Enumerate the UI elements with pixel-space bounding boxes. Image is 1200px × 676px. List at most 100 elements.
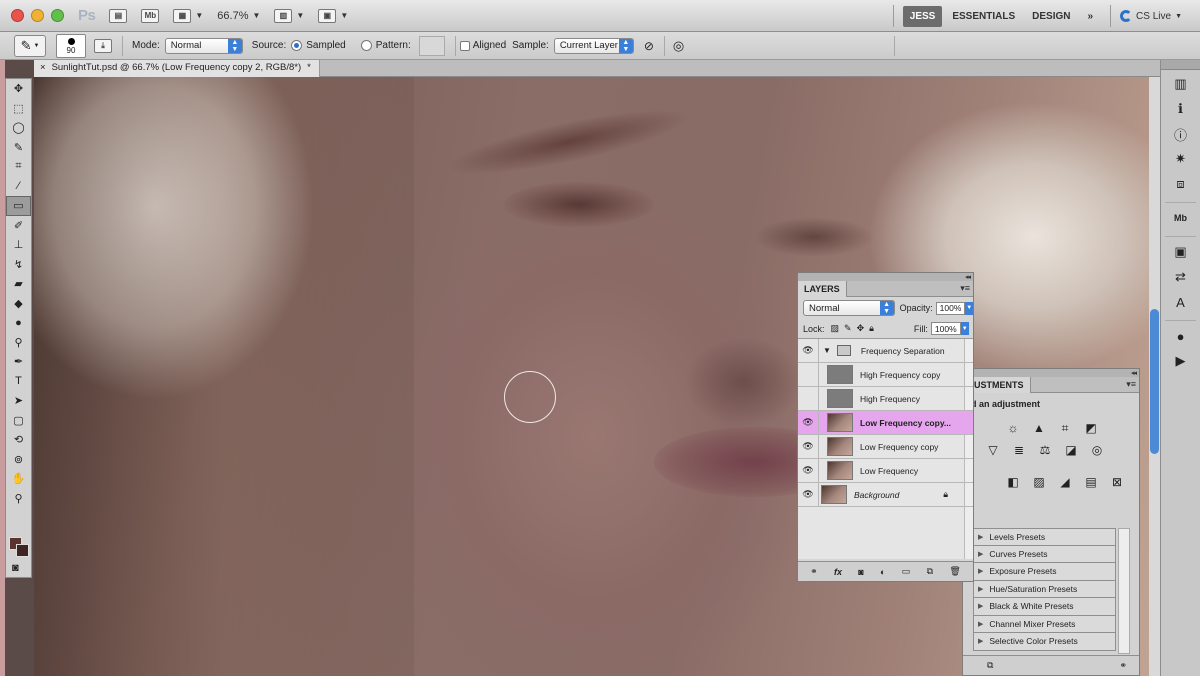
close-tab-icon[interactable]: × [40, 62, 46, 77]
tablet-pressure-icon[interactable]: ◎ [673, 38, 684, 54]
background-color-swatch[interactable] [16, 544, 29, 557]
preset-item[interactable]: ▶ Hue/Saturation Presets [973, 580, 1116, 598]
color-icon[interactable]: ✷ [1168, 148, 1194, 170]
brightness-contrast-icon[interactable]: ☼ [1003, 419, 1023, 437]
hue-saturation-icon[interactable]: ≣ [1009, 441, 1029, 459]
blur-tool[interactable]: ● [6, 313, 31, 333]
collapse-icon[interactable]: ◂◂ [1131, 369, 1137, 377]
more-workspaces-button[interactable]: » [1087, 11, 1093, 22]
eye-icon[interactable]: 👁︎ [798, 482, 819, 507]
exposure-icon[interactable]: ◩ [1081, 419, 1101, 437]
zoom-window-button[interactable] [51, 9, 64, 22]
panel-menu-icon[interactable]: ▾≡ [1126, 379, 1136, 390]
move-tool[interactable]: ✥ [6, 79, 31, 99]
launch-bridge-button[interactable]: ▤ [109, 8, 128, 23]
lock-all-icon[interactable]: 🔒︎ [869, 323, 874, 334]
pattern-picker[interactable] [418, 35, 445, 56]
clone-source-panel-button[interactable]: ⤓ [94, 38, 112, 53]
panel-grip[interactable]: ◂◂ [798, 273, 973, 281]
selective-color-icon[interactable]: ⊠ [1107, 473, 1127, 491]
quick-mask-icon[interactable]: ◙ [12, 562, 19, 574]
paint-bucket-tool[interactable]: ◆ [6, 294, 31, 314]
tool-preset-picker[interactable]: ✎ ▼ [14, 34, 46, 57]
layer-row[interactable]: 👁︎ Low Frequency copy... [798, 410, 973, 435]
history-brush-tool[interactable]: ↯ [6, 255, 31, 275]
preset-item[interactable]: ▶ Channel Mixer Presets [973, 615, 1116, 633]
layer-row[interactable]: High Frequency [798, 386, 973, 411]
aligned-checkbox[interactable] [459, 40, 470, 51]
brush-preset-picker[interactable]: 90 [56, 33, 86, 58]
blend-mode-select[interactable]: Normal ▲ ▼ [803, 300, 895, 316]
cs-live-button[interactable]: CS Live ▼ [1120, 10, 1182, 22]
posterize-icon[interactable]: ▨ [1029, 473, 1049, 491]
quick-select-tool[interactable]: ✎ [6, 138, 31, 158]
color-balance-icon[interactable]: ⚖ [1035, 441, 1055, 459]
photo-filter-icon[interactable]: ◎ [1087, 441, 1107, 459]
eye-icon[interactable]: 👁︎ [798, 458, 819, 483]
healing-brush-tool[interactable]: ▭ [6, 196, 31, 216]
eraser-tool[interactable]: ▰ [6, 274, 31, 294]
navigator-icon[interactable]: ⓘ [1168, 123, 1194, 145]
mode-select[interactable]: Normal ▲ ▼ [164, 37, 243, 54]
eyedropper-tool[interactable]: ⁄ [6, 177, 31, 197]
lock-transparency-icon[interactable]: ▨ [831, 323, 840, 334]
expand-triangle-icon[interactable]: ▼ [823, 346, 831, 355]
actions-icon[interactable]: ▶ [1168, 350, 1194, 372]
dodge-tool[interactable]: ⚲ [6, 333, 31, 353]
clone-source-icon[interactable]: ⇄ [1168, 266, 1194, 288]
lock-position-icon[interactable]: ✥ [857, 323, 865, 334]
preset-item[interactable]: ▶ Black & White Presets [973, 598, 1116, 616]
panel-grip[interactable]: ◂◂ [963, 369, 1139, 377]
preset-item[interactable]: ▶ Levels Presets [973, 528, 1116, 546]
fill-input[interactable]: 100% [930, 322, 961, 335]
threshold-icon[interactable]: ◢ [1055, 473, 1075, 491]
layer-row[interactable]: 👁︎ Background 🔒︎ [798, 482, 973, 507]
path-select-tool[interactable]: ➤ [6, 391, 31, 411]
source-sampled-radio[interactable] [291, 40, 303, 51]
dock-grip[interactable] [1161, 60, 1200, 70]
link-layers-icon[interactable]: ⚭ [810, 566, 818, 577]
layer-row[interactable]: 👁︎ Low Frequency [798, 458, 973, 483]
marquee-tool[interactable]: ⬚ [6, 99, 31, 119]
character-icon[interactable]: A [1168, 291, 1194, 313]
layer-style-icon[interactable]: fx [834, 567, 842, 577]
layer-row[interactable]: 👁︎ Low Frequency copy [798, 434, 973, 459]
sample-select[interactable]: Current Layer ▲ ▼ [553, 37, 634, 54]
arrange-documents-button[interactable]: ▥ [274, 8, 293, 23]
vertical-scrollbar[interactable] [1149, 77, 1160, 676]
presets-scrollbar[interactable] [1118, 528, 1130, 654]
vibrance-icon[interactable]: ▽ [983, 441, 1003, 459]
workspace-essentials-button[interactable]: ESSENTIALS [952, 11, 1015, 22]
histogram-icon[interactable]: ▥ [1168, 73, 1194, 95]
brush-tool[interactable]: ✐ [6, 216, 31, 236]
black-white-icon[interactable]: ◪ [1061, 441, 1081, 459]
clip-to-layer-icon[interactable]: ⧉ [987, 660, 993, 671]
swatches-icon[interactable]: ⧈ [1168, 173, 1194, 195]
screen-icon[interactable]: ▣ [1168, 241, 1194, 263]
new-adjustment-layer-icon[interactable]: ◐ [880, 567, 885, 577]
new-group-icon[interactable]: ▭ [902, 566, 911, 577]
scrollbar-thumb[interactable] [1150, 309, 1159, 454]
levels-icon[interactable]: ▲ [1029, 419, 1049, 437]
preset-item[interactable]: ▶ Curves Presets [973, 545, 1116, 563]
pen-tool[interactable]: ✒ [6, 352, 31, 372]
opacity-input[interactable]: 100% [935, 301, 966, 315]
workspace-jess-button[interactable]: JESS [902, 5, 943, 27]
launch-mini-bridge-button[interactable]: Mb [141, 8, 160, 23]
chevron-down-icon[interactable]: ▼ [252, 11, 260, 20]
fill-dropdown-icon[interactable]: ▼ [960, 322, 969, 335]
styles-icon[interactable]: ● [1168, 325, 1194, 347]
3d-orbit-tool[interactable]: ⊚ [6, 450, 31, 470]
document-tab[interactable]: × SunlightTut.psd @ 66.7% (Low Frequency… [34, 60, 320, 77]
eye-icon[interactable]: 👁︎ [798, 434, 819, 459]
screen-mode-button[interactable]: ▣ [318, 8, 337, 23]
visibility-toggle[interactable] [798, 362, 819, 387]
layer-row[interactable]: 👁︎ ▼ Frequency Separation [798, 338, 973, 363]
zoom-tool[interactable]: ⚲ [6, 489, 31, 509]
type-tool[interactable]: T [6, 372, 31, 392]
visibility-toggle[interactable] [798, 386, 819, 411]
add-mask-icon[interactable]: ◙ [858, 567, 863, 577]
view-extras-button[interactable]: ▦ [173, 8, 192, 23]
collapse-icon[interactable]: ◂◂ [965, 273, 971, 281]
opacity-dropdown-icon[interactable]: ▼ [965, 301, 973, 315]
